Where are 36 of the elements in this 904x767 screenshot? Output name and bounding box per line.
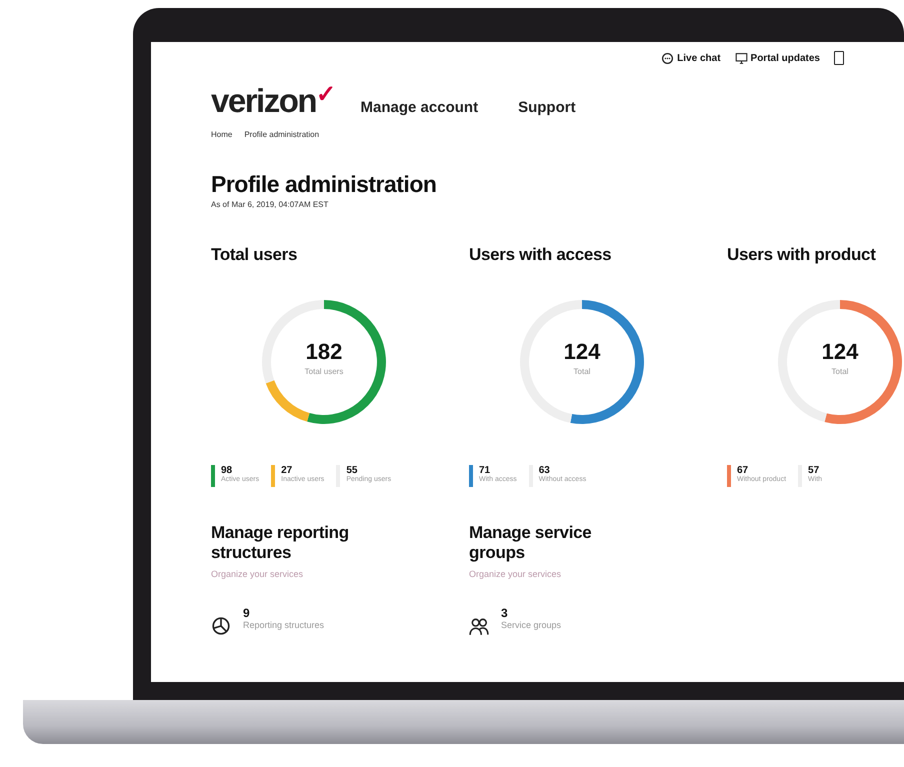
breadcrumb-link[interactable]: Profile administration bbox=[244, 130, 320, 139]
legend-value: 57 bbox=[808, 465, 820, 476]
verizon-logo[interactable]: verizon$^{✓}$ bbox=[211, 80, 335, 120]
phone-icon[interactable] bbox=[834, 51, 844, 65]
total-count: 124 bbox=[562, 339, 602, 365]
page-title: Profile administration bbox=[211, 171, 438, 198]
legend-value: 67 bbox=[737, 465, 748, 476]
section-heading: Manage reporting structures bbox=[211, 523, 350, 564]
legend-value: 98 bbox=[221, 465, 232, 476]
chat-bubble-icon bbox=[661, 52, 674, 64]
people-icon bbox=[469, 616, 489, 636]
total-label: Total bbox=[830, 367, 850, 376]
section-heading: Users with access bbox=[469, 245, 612, 265]
pie-chart-icon bbox=[211, 616, 231, 636]
total-label: Total bbox=[572, 367, 592, 376]
monitor-icon bbox=[734, 52, 748, 64]
timestamp-text: As of Mar 6, 2019, 04:07AM EST bbox=[211, 200, 330, 209]
utility-link[interactable]: Live chat bbox=[661, 52, 721, 64]
item-count: 9 bbox=[243, 606, 251, 620]
total-count: 182 bbox=[304, 339, 344, 365]
breadcrumb-link[interactable]: Home bbox=[211, 130, 232, 139]
total-count: 124 bbox=[820, 339, 860, 365]
utility-link[interactable]: Portal updates bbox=[734, 52, 820, 64]
legend-value: 71 bbox=[479, 465, 490, 476]
count-label: Service groups bbox=[501, 620, 562, 630]
legend-value: 63 bbox=[538, 465, 550, 476]
item-count: 3 bbox=[501, 606, 509, 620]
legend-value: 55 bbox=[346, 465, 358, 476]
section-heading: Total users bbox=[211, 245, 298, 265]
legend-value: 27 bbox=[281, 465, 292, 476]
nav-link[interactable]: Support bbox=[518, 99, 576, 116]
nav-link[interactable]: Manage account bbox=[360, 99, 478, 116]
section-heading: Manage service groups bbox=[469, 523, 592, 564]
count-label: Reporting structures bbox=[243, 620, 324, 630]
section-heading: Users with product bbox=[727, 245, 877, 265]
total-label: Total users bbox=[304, 367, 344, 376]
